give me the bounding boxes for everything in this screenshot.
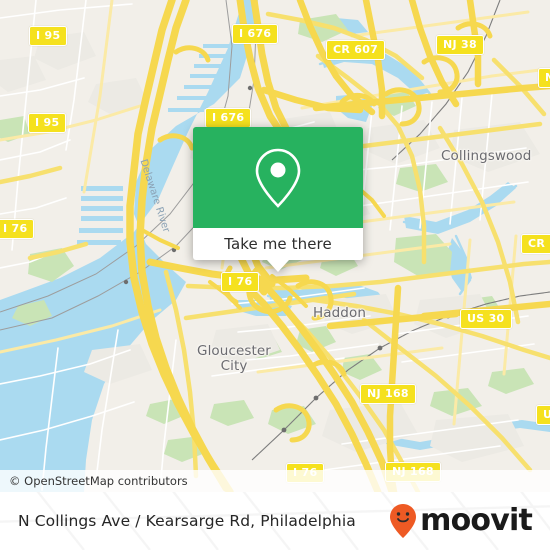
popup-tail-pointer: [267, 260, 289, 272]
moovit-logo[interactable]: moovit: [388, 503, 550, 539]
road-shield-i95-north[interactable]: I 95: [29, 26, 68, 46]
location-popup-card[interactable]: Take me there: [193, 127, 363, 272]
take-me-there-label: Take me there: [224, 235, 332, 253]
road-shield-nj38[interactable]: NJ 38: [436, 35, 484, 55]
road-shield-us-clipped[interactable]: U: [536, 405, 550, 425]
osm-attribution-bar: © OpenStreetMap contributors: [0, 470, 550, 492]
road-shield-cr-east[interactable]: CR: [521, 234, 550, 254]
popup-header: [193, 127, 363, 228]
road-shield-i76-west[interactable]: I 76: [0, 219, 35, 239]
road-shield-cr607[interactable]: CR 607: [326, 40, 386, 60]
moovit-pin-smiley-icon: [390, 504, 417, 538]
osm-attribution-text: © OpenStreetMap contributors: [9, 474, 188, 488]
road-shield-i676-north[interactable]: I 676: [232, 24, 279, 44]
road-shield-i676-south[interactable]: I 676: [205, 108, 252, 128]
take-me-there-button[interactable]: Take me there: [193, 228, 363, 260]
moovit-map-screenshot: .w { fill:#aadaf0; } .pk { fill:#c9e4b6;…: [0, 0, 550, 550]
road-shield-us30[interactable]: US 30: [460, 309, 512, 329]
road-shield-i76-center[interactable]: I 76: [221, 272, 260, 292]
map-canvas[interactable]: .w { fill:#aadaf0; } .pk { fill:#c9e4b6;…: [0, 0, 550, 492]
road-shield-i95-south[interactable]: I 95: [28, 113, 67, 133]
map-pin-icon: [255, 148, 301, 208]
road-shield-nj168-upper[interactable]: NJ 168: [360, 384, 416, 404]
footer-bar: N Collings Ave / Kearsarge Rd, Philadelp…: [0, 492, 550, 550]
moovit-wordmark: moovit: [420, 503, 533, 538]
station-title: N Collings Ave / Kearsarge Rd, Philadelp…: [18, 512, 356, 530]
road-shield-nj3-clipped[interactable]: NJ 3: [538, 68, 550, 88]
